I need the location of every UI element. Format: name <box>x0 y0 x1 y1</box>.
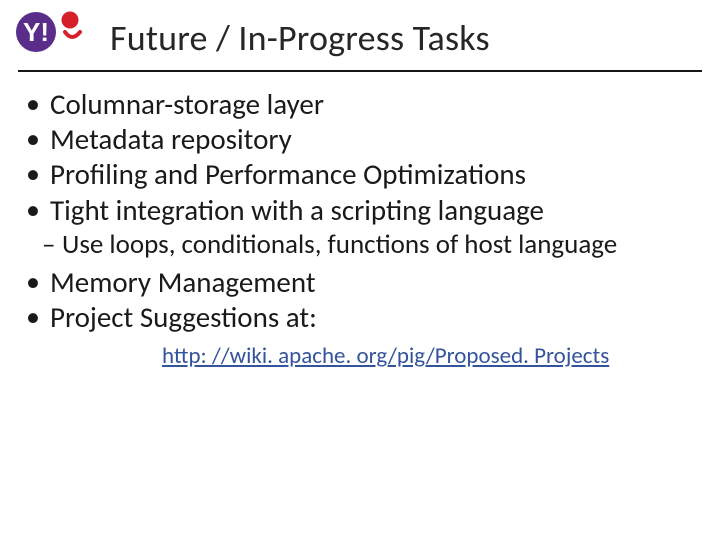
sub-list-item: Use loops, conditionals, functions of ho… <box>22 229 698 261</box>
wiki-link[interactable]: http: //wiki. apache. org/pig/Proposed. … <box>162 342 609 370</box>
slide-body: Columnar-storage layer Metadata reposito… <box>0 72 720 370</box>
yahoo-logo-icon: Y! <box>14 8 92 56</box>
svg-text:Y!: Y! <box>23 17 49 47</box>
link-line: http: //wiki. apache. org/pig/Proposed. … <box>22 336 698 370</box>
list-item: Project Suggestions at: <box>22 300 698 334</box>
list-item: Memory Management <box>22 265 698 299</box>
list-item: Tight integration with a scripting langu… <box>22 193 698 227</box>
bullet-list-continued: Memory Management Project Suggestions at… <box>22 265 698 334</box>
list-item: Columnar-storage layer <box>22 87 698 121</box>
list-item: Profiling and Performance Optimizations <box>22 157 698 191</box>
slide: Y! Future / In-Progress Tasks Columnar-s… <box>0 0 720 540</box>
list-item: Metadata repository <box>22 122 698 156</box>
slide-header: Y! Future / In-Progress Tasks <box>0 0 720 60</box>
slide-title: Future / In-Progress Tasks <box>0 10 720 60</box>
bullet-list: Columnar-storage layer Metadata reposito… <box>22 87 698 227</box>
